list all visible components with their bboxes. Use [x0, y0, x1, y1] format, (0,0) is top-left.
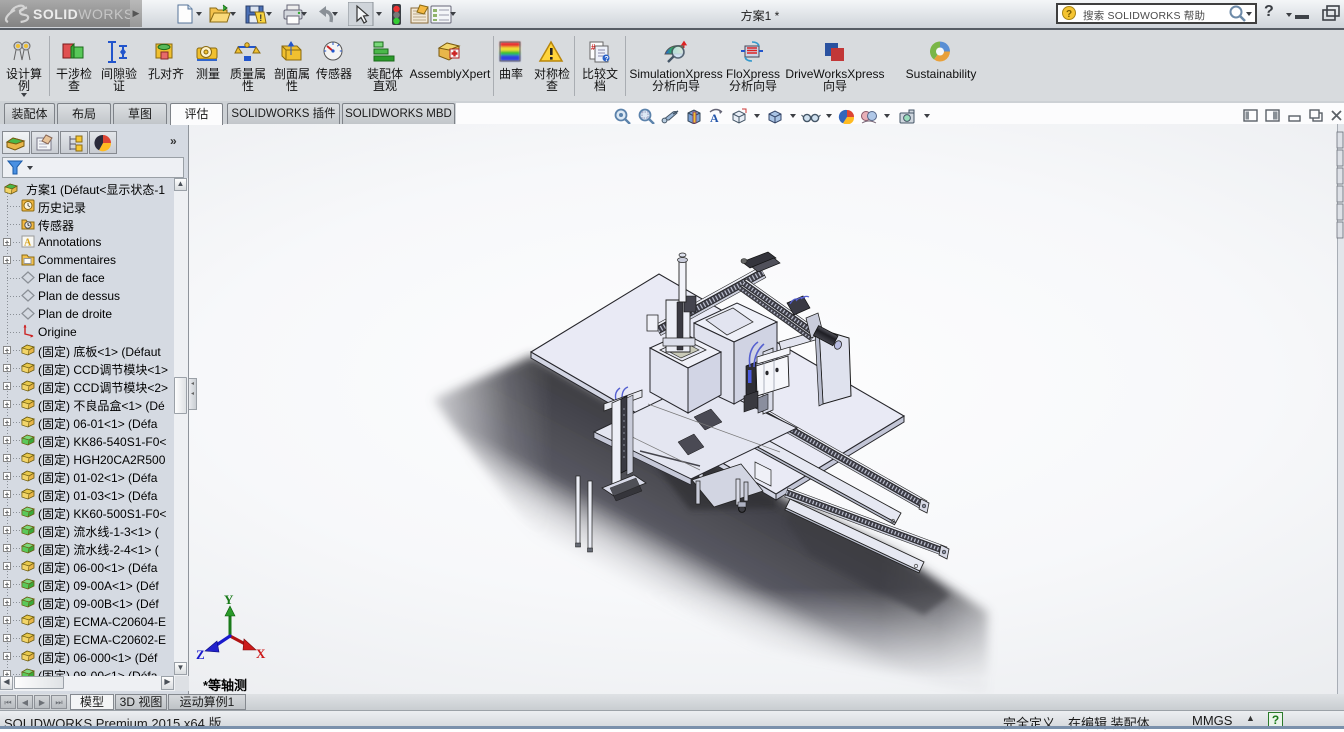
- svg-text:A: A: [24, 238, 32, 249]
- svg-text:Z: Z: [196, 647, 205, 662]
- svg-text:X: X: [256, 646, 266, 661]
- svg-text:Y: Y: [224, 592, 234, 607]
